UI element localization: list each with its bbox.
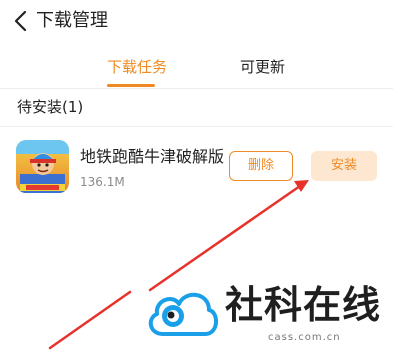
tab-divider (0, 88, 393, 89)
watermark-text: 社科在线 (225, 282, 382, 327)
tab-download-tasks[interactable]: 下载任务 (107, 56, 167, 78)
delete-button[interactable]: 删除 (229, 151, 293, 181)
app-size: 136.1M (80, 175, 125, 189)
active-tab-indicator (107, 84, 155, 87)
tab-updatable[interactable]: 可更新 (240, 56, 285, 78)
tab-bar: 下载任务 可更新 (0, 48, 393, 90)
section-divider (0, 126, 393, 127)
subway-surfers-app-icon[interactable] (16, 140, 69, 193)
chevron-left-icon[interactable] (12, 9, 32, 33)
install-button[interactable]: 安装 (311, 151, 377, 181)
cloud-logo-icon (148, 293, 218, 336)
page-title: 下载管理 (36, 10, 108, 31)
header-bar: 下载管理 (0, 0, 393, 44)
watermark-domain: cass.com.cn (268, 332, 341, 343)
app-name: 地铁跑酷牛津破解版 (80, 147, 225, 166)
section-title: 待安装(1) (17, 98, 84, 116)
